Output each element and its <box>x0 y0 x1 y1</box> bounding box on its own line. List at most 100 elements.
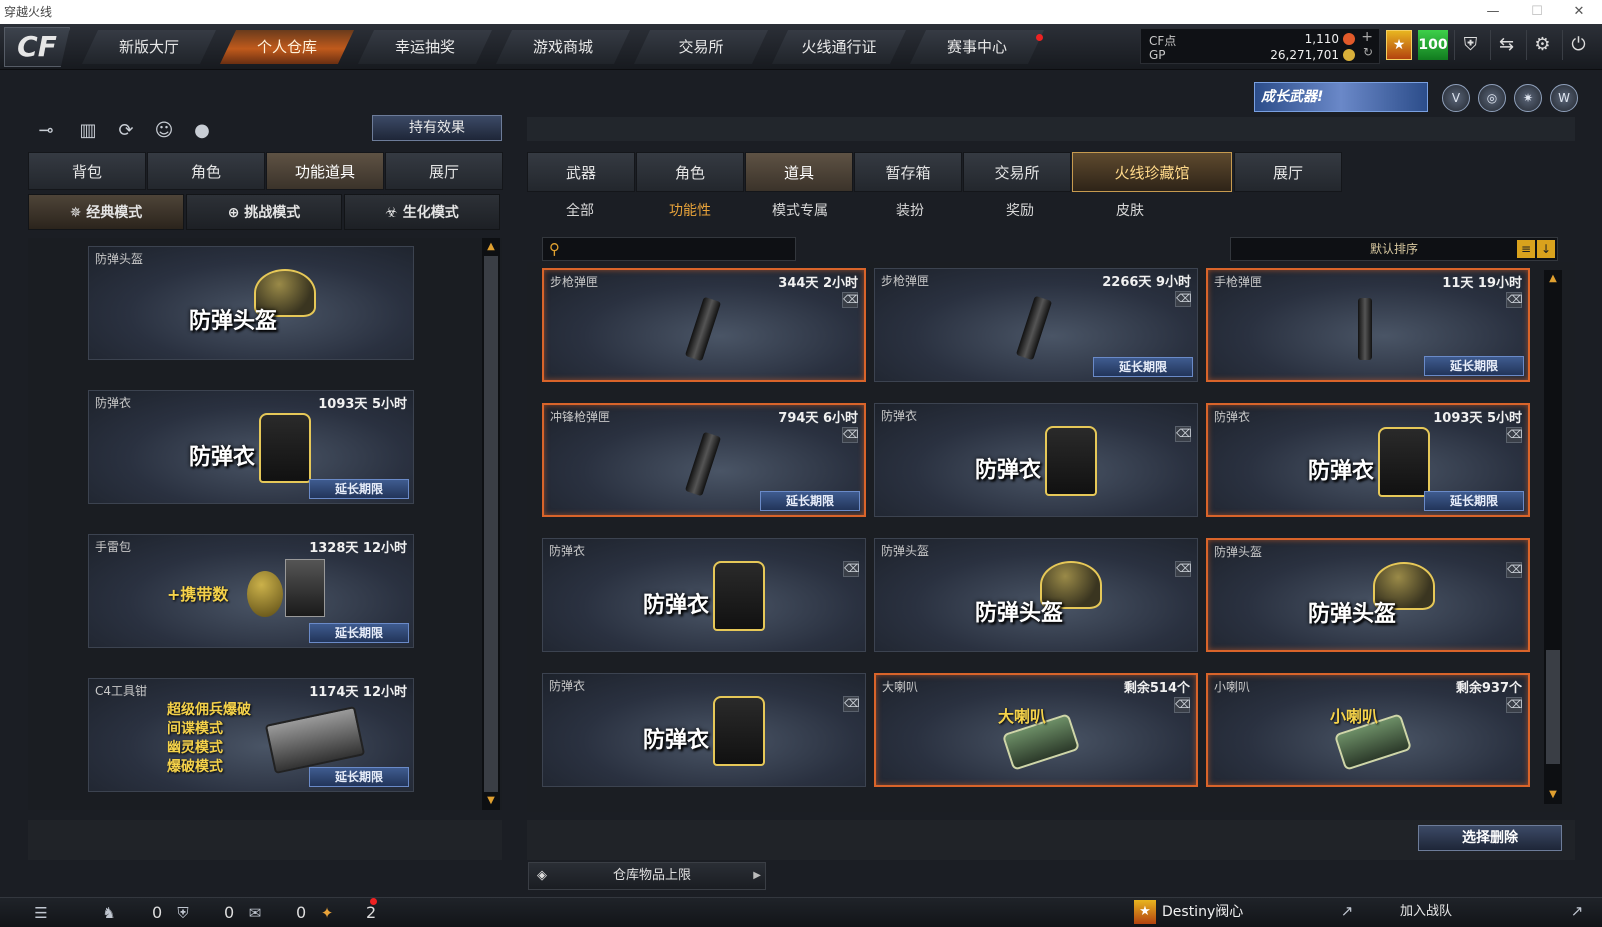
expand-icon[interactable]: ↗ <box>1566 900 1588 922</box>
exit-arrow-icon[interactable]: ⇆ <box>1490 30 1522 60</box>
trash-icon[interactable]: ⌫ <box>1506 562 1523 578</box>
search-input[interactable]: ⚲ <box>542 237 796 261</box>
cf-logo[interactable]: CF <box>4 27 70 67</box>
select-delete-button[interactable]: 选择删除 <box>1418 825 1562 851</box>
nav-tab[interactable]: 新版大厅 <box>82 30 216 64</box>
right-tab[interactable]: 暂存箱 <box>854 152 962 192</box>
trash-icon[interactable]: ⌫ <box>1506 292 1523 308</box>
player-name[interactable]: Destiny阀心 <box>1134 900 1334 924</box>
left-scrollbar[interactable]: ▲ ▼ <box>482 238 500 810</box>
extend-expiry-button[interactable]: 延长期限 <box>1093 357 1193 377</box>
friends-icon[interactable]: ♞ <box>98 902 120 924</box>
right-tab[interactable]: 展厅 <box>1234 152 1342 192</box>
power-icon[interactable]: ⏻ <box>1562 30 1594 60</box>
growth-weapon-banner[interactable]: 成长武器! <box>1254 82 1428 112</box>
nav-tab[interactable]: 幸运抽奖 <box>358 30 492 64</box>
right-tab[interactable]: 火线珍藏馆 <box>1072 152 1232 192</box>
filter-tab[interactable]: 全部 <box>530 200 630 220</box>
emblem-icon[interactable]: ✷ <box>1514 84 1542 112</box>
inventory-item-card[interactable]: 冲锋枪弹匣 794天 6小时 ⌫ 延长期限 <box>542 403 866 517</box>
scroll-down-icon[interactable]: ▼ <box>483 794 499 808</box>
filter-tab[interactable]: 奖励 <box>970 200 1070 220</box>
gear-icon[interactable]: ⚙ <box>1526 30 1558 60</box>
clan-icon[interactable]: ⛨ <box>172 902 194 924</box>
inventory-item-card[interactable]: 步枪弹匣 2266天 9小时 ⌫ 延长期限 <box>874 268 1198 382</box>
inventory-item-card[interactable]: 防弹衣 防弹衣 ⌫ <box>874 403 1198 517</box>
inventory-item-card[interactable]: 防弹衣 防弹衣 ⌫ <box>542 538 866 652</box>
right-tab[interactable]: 武器 <box>527 152 635 192</box>
shield-icon[interactable]: ⛨ <box>1454 30 1486 60</box>
mode-tab[interactable]: ✵ 经典模式 <box>28 194 184 230</box>
join-clan-button[interactable]: 加入战队 <box>1366 900 1486 924</box>
trash-icon[interactable]: ⌫ <box>1175 291 1192 307</box>
sort-dropdown[interactable]: 默认排序 ≡ ↓ <box>1230 237 1558 261</box>
inventory-item-card[interactable]: 大喇叭 大喇叭 剩余514个 ⌫ <box>874 673 1198 787</box>
trash-icon[interactable]: ⌫ <box>1175 426 1192 442</box>
right-scroll-thumb[interactable] <box>1546 650 1560 764</box>
close-button[interactable]: ✕ <box>1556 0 1602 24</box>
right-tab[interactable]: 道具 <box>745 152 853 192</box>
refresh-gp-icon[interactable]: ↻ <box>1363 45 1373 59</box>
left-tab[interactable]: 功能道具 <box>266 152 384 190</box>
left-tab[interactable]: 角色 <box>147 152 265 190</box>
nav-tab[interactable]: 个人仓库 <box>220 30 354 64</box>
capacity-bar[interactable]: ◈ 仓库物品上限 ▶ <box>528 862 766 890</box>
inventory-item-card[interactable]: +携带数 手雷包 1328天 12小时 延长期限 <box>88 534 414 648</box>
extend-expiry-button[interactable]: 延长期限 <box>1424 356 1524 376</box>
add-cf-button[interactable]: + <box>1361 29 1373 45</box>
inventory-item-card[interactable]: 防弹头盔 防弹头盔 <box>88 246 414 360</box>
menu-icon[interactable]: ☰ <box>30 902 52 924</box>
trash-icon[interactable]: ⌫ <box>843 561 860 577</box>
inventory-item-card[interactable]: 手枪弹匣 11天 19小时 ⌫ 延长期限 <box>1206 268 1530 382</box>
maximize-button[interactable]: ☐ <box>1514 0 1560 24</box>
left-tab[interactable]: 展厅 <box>385 152 503 190</box>
inventory-item-card[interactable]: 防弹衣 防弹衣 1093天 5小时 延长期限 <box>88 390 414 504</box>
hold-effect-button[interactable]: 持有效果 <box>372 115 502 141</box>
wings-icon[interactable]: W <box>1550 84 1578 112</box>
trash-icon[interactable]: ⌫ <box>842 427 859 443</box>
nav-tab[interactable]: 游戏商城 <box>496 30 630 64</box>
inventory-item-card[interactable]: 防弹头盔 防弹头盔 ⌫ <box>1206 538 1530 652</box>
filter-tab[interactable]: 模式专属 <box>750 200 850 220</box>
inventory-item-card[interactable]: 步枪弹匣 344天 2小时 ⌫ <box>542 268 866 382</box>
extend-expiry-button[interactable]: 延长期限 <box>309 767 409 787</box>
mode-tab[interactable]: ☣ 生化模式 <box>344 194 500 230</box>
scroll-up-icon[interactable]: ▲ <box>483 240 499 254</box>
nav-tab[interactable]: 交易所 <box>634 30 768 64</box>
chart-icon[interactable]: ▥ <box>74 118 102 144</box>
trash-icon[interactable]: ⌫ <box>1175 561 1192 577</box>
inventory-item-card[interactable]: 小喇叭 小喇叭 剩余937个 ⌫ <box>1206 673 1530 787</box>
extend-expiry-button[interactable]: 延长期限 <box>1424 491 1524 511</box>
trash-icon[interactable]: ⌫ <box>843 696 860 712</box>
left-tab[interactable]: 背包 <box>28 152 146 190</box>
user-icon[interactable]: ☺ <box>150 118 178 144</box>
nav-tab[interactable]: 赛事中心 <box>910 30 1044 64</box>
grenade-icon[interactable]: ● <box>188 118 216 144</box>
extend-expiry-button[interactable]: 延长期限 <box>309 623 409 643</box>
extend-expiry-button[interactable]: 延长期限 <box>309 479 409 499</box>
trash-icon[interactable]: ⌫ <box>1174 697 1191 713</box>
trash-icon[interactable]: ⌫ <box>1506 697 1523 713</box>
sort-direction-icon[interactable]: ↓ <box>1537 240 1555 258</box>
filter-tab[interactable]: 功能性 <box>640 200 740 220</box>
inventory-item-card[interactable]: 防弹头盔 防弹头盔 ⌫ <box>874 538 1198 652</box>
nav-tab[interactable]: 火线通行证 <box>772 30 906 64</box>
filter-tab[interactable]: 装扮 <box>860 200 960 220</box>
scroll-up-icon[interactable]: ▲ <box>1545 272 1561 286</box>
scroll-down-icon[interactable]: ▼ <box>1545 788 1561 802</box>
minimize-button[interactable]: — <box>1470 0 1516 24</box>
right-scrollbar[interactable]: ▲ ▼ <box>1544 270 1562 804</box>
mode-tab[interactable]: ⊕ 挑战模式 <box>186 194 342 230</box>
inventory-item-card[interactable]: 防弹衣 防弹衣 1093天 5小时 ⌫ 延长期限 <box>1206 403 1530 517</box>
globe-icon[interactable]: ◎ <box>1478 84 1506 112</box>
right-tab[interactable]: 角色 <box>636 152 744 192</box>
rank-badge-icon[interactable]: ★ <box>1386 30 1412 60</box>
external-link-icon[interactable]: ↗ <box>1336 900 1358 922</box>
trash-icon[interactable]: ⌫ <box>1506 427 1523 443</box>
gift-icon[interactable]: ✦ <box>316 902 338 924</box>
right-tab[interactable]: 交易所 <box>963 152 1071 192</box>
inventory-item-card[interactable]: 超级佣兵爆破 间谍模式 幽灵模式 爆破模式 C4工具钳 1174天 12小时 延长期限 <box>88 678 414 792</box>
chat-icon[interactable]: ✉ <box>244 902 266 924</box>
filter-tab[interactable]: 皮肤 <box>1080 200 1180 220</box>
trash-icon[interactable]: ⌫ <box>842 292 859 308</box>
